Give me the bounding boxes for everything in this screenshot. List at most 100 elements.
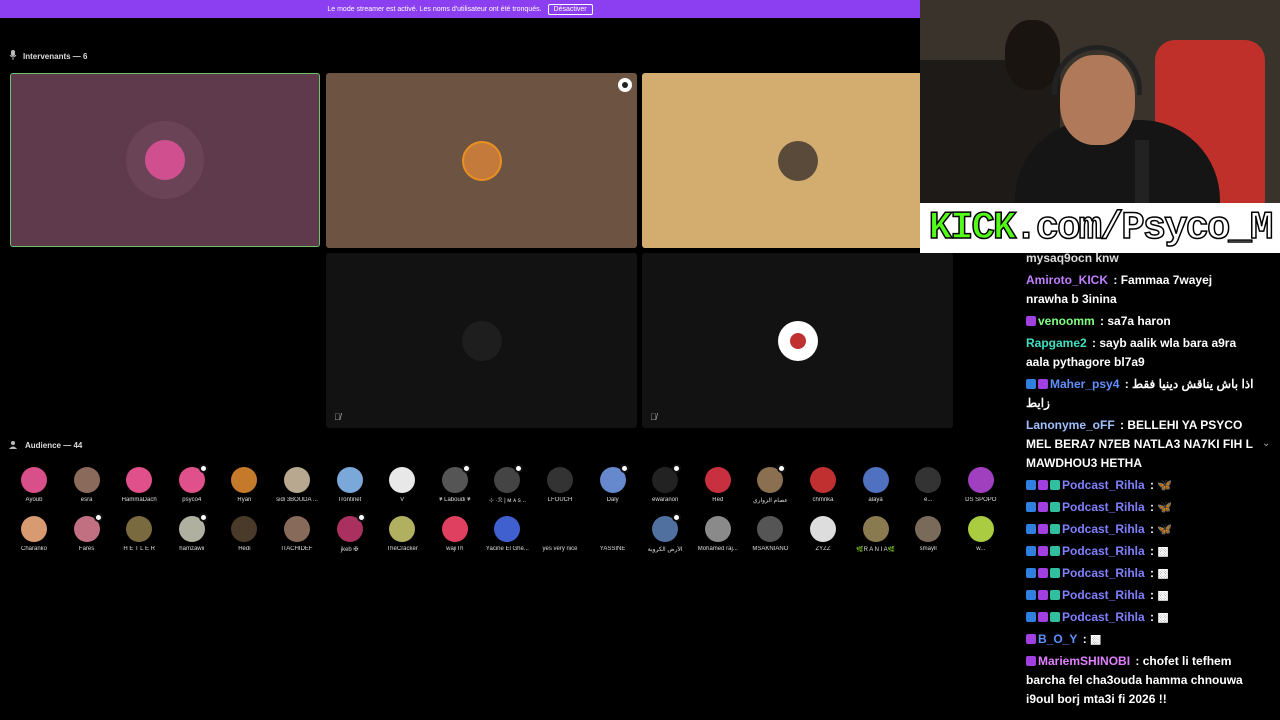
chat-username[interactable]: Lanonyme_oFF bbox=[1026, 418, 1115, 432]
audience-member[interactable]: sidi 3BOUDA ... bbox=[271, 467, 323, 503]
speaker-tile[interactable] bbox=[326, 73, 637, 248]
chat-username[interactable]: Podcast_Rihla bbox=[1062, 478, 1145, 492]
audience-member[interactable]: ewaranon bbox=[639, 464, 691, 503]
audience-member[interactable]: H E T L E R bbox=[113, 516, 165, 552]
audience-member[interactable]: Hedi bbox=[218, 516, 270, 552]
avatar bbox=[652, 513, 682, 542]
chat-message: venoomm : sa7a haron bbox=[1026, 312, 1256, 331]
audience-member[interactable]: V bbox=[376, 467, 428, 503]
status-badge bbox=[672, 513, 682, 522]
badge-icon bbox=[1050, 612, 1060, 622]
audience-member[interactable]: yes very nice bbox=[534, 516, 586, 552]
audience-member[interactable]: ITACHIDEF bbox=[271, 516, 323, 552]
disable-streamer-mode-button[interactable]: Désactiver bbox=[547, 3, 593, 15]
audience-name: wajiTh bbox=[446, 546, 464, 552]
audience-name: alaya bbox=[868, 497, 883, 503]
avatar bbox=[810, 467, 836, 493]
chat-username[interactable]: Podcast_Rihla bbox=[1062, 544, 1145, 558]
audience-member[interactable]: Yacine El Ghe... bbox=[481, 516, 533, 552]
status-badge bbox=[198, 464, 208, 473]
speaker-tile[interactable]: 🎙̸ bbox=[326, 253, 637, 428]
chat-text: ▩ bbox=[1090, 632, 1102, 646]
people-icon bbox=[9, 440, 19, 451]
chat-text: 🦋 bbox=[1157, 478, 1173, 492]
audience-member[interactable]: jkeb ✠ bbox=[324, 513, 376, 553]
chat-username[interactable]: Podcast_Rihla bbox=[1062, 522, 1145, 536]
audience-member[interactable]: alaya bbox=[850, 467, 902, 503]
audience-name: Yacine El Ghe... bbox=[485, 546, 529, 552]
audience-member[interactable]: wajiTh bbox=[429, 516, 481, 552]
audience-member[interactable]: Trontinet bbox=[324, 467, 376, 503]
chat-username[interactable]: Podcast_Rihla bbox=[1062, 610, 1145, 624]
avatar bbox=[494, 464, 524, 493]
chat-username[interactable]: Rapgame2 bbox=[1026, 336, 1087, 350]
status-badge bbox=[777, 464, 787, 473]
badge-icon bbox=[1026, 546, 1036, 556]
screen-share-icon bbox=[618, 78, 632, 92]
audience-name: MSAKNIANO bbox=[752, 546, 789, 552]
audience-member[interactable]: Charanko bbox=[8, 516, 60, 552]
audience-member[interactable]: e... bbox=[902, 467, 954, 503]
chat-username[interactable]: MariemSHINOBI bbox=[1038, 654, 1130, 668]
audience-member[interactable]: Ryan bbox=[218, 467, 270, 503]
chat-username[interactable]: Maher_psy4 bbox=[1050, 377, 1119, 391]
audience-member[interactable]: Mohamed raj... bbox=[692, 516, 744, 552]
audience-member[interactable]: esra bbox=[61, 467, 113, 503]
avatar bbox=[967, 516, 994, 542]
audience-member[interactable]: w... bbox=[955, 516, 1007, 552]
audience-name: esra bbox=[80, 497, 93, 503]
audience-member[interactable]: hamzawii bbox=[166, 513, 218, 552]
audience-member[interactable]: MSAKNIANO bbox=[744, 516, 796, 552]
chat-separator: : bbox=[1146, 500, 1158, 514]
speaker-avatar bbox=[461, 320, 502, 361]
chat-username[interactable]: Podcast_Rihla bbox=[1062, 500, 1145, 514]
badge-icon bbox=[1038, 502, 1048, 512]
audience-member[interactable]: Fares bbox=[61, 513, 113, 552]
audience-name: psyco4 bbox=[182, 497, 202, 503]
audience-name: e... bbox=[924, 497, 933, 503]
chat-username[interactable]: B_O_Y bbox=[1038, 632, 1077, 646]
avatar bbox=[336, 513, 366, 542]
audience-member[interactable]: Red bbox=[692, 467, 744, 503]
avatar bbox=[126, 467, 153, 493]
audience-member[interactable]: ¥ Laboudi ¥ bbox=[429, 464, 481, 503]
avatar bbox=[810, 516, 836, 542]
badge-icon bbox=[1050, 546, 1060, 556]
chat-message: Podcast_Rihla : ▩ bbox=[1026, 586, 1256, 605]
speaker-tile[interactable] bbox=[642, 73, 953, 248]
audience-name: Fares bbox=[78, 546, 95, 552]
audience-member[interactable]: psyco4 bbox=[166, 464, 218, 503]
chat-message: Podcast_Rihla : 🦋 bbox=[1026, 476, 1256, 495]
status-badge bbox=[672, 464, 682, 473]
chat-username[interactable]: Podcast_Rihla bbox=[1062, 588, 1145, 602]
chat-username[interactable]: venoomm bbox=[1038, 314, 1095, 328]
chat-username[interactable]: Podcast_Rihla bbox=[1062, 566, 1145, 580]
audience-member[interactable]: Ayoub bbox=[8, 467, 60, 503]
audience-member[interactable]: TheCracker bbox=[376, 516, 428, 552]
audience-member[interactable]: ⊹ ·ℛ | ᴍ ᴀ ꜱ .. bbox=[481, 464, 533, 504]
speaker-tile[interactable]: 🎙̸ bbox=[642, 253, 953, 428]
avatar bbox=[757, 516, 784, 542]
audience-member[interactable]: 🌿R A N I A🌿 bbox=[850, 516, 902, 553]
chat-message: Amiroto_KICK : Fammaa 7wayej nrawha b 3i… bbox=[1026, 271, 1256, 309]
audience-member[interactable]: DS SPOPO bbox=[955, 467, 1007, 503]
chat-text: sa7a haron bbox=[1107, 314, 1171, 328]
audience-member[interactable]: chmnka bbox=[797, 467, 849, 503]
audience-member[interactable]: ZYZZ bbox=[797, 516, 849, 552]
chevron-down-icon[interactable]: ⌄ bbox=[1262, 438, 1270, 449]
chat-username[interactable]: Amiroto_KICK bbox=[1026, 273, 1108, 287]
audience-name: Red bbox=[712, 497, 724, 503]
audience-member[interactable]: الأرض الكروية bbox=[639, 513, 691, 553]
audience-member[interactable]: Daly bbox=[587, 464, 639, 503]
audience-member[interactable]: smayll bbox=[902, 516, 954, 552]
audience-member[interactable]: عصام الزواري bbox=[744, 464, 796, 504]
speaker-tile[interactable] bbox=[10, 73, 320, 247]
avatar bbox=[389, 467, 416, 493]
avatar bbox=[862, 467, 889, 493]
audience-member[interactable]: HammaDach bbox=[113, 467, 165, 503]
audience-name: V bbox=[400, 497, 405, 503]
audience-member[interactable]: LFOUCH bbox=[534, 467, 586, 503]
audience-member[interactable]: YASSINE bbox=[587, 516, 639, 552]
avatar bbox=[389, 516, 416, 542]
avatar bbox=[547, 516, 573, 542]
